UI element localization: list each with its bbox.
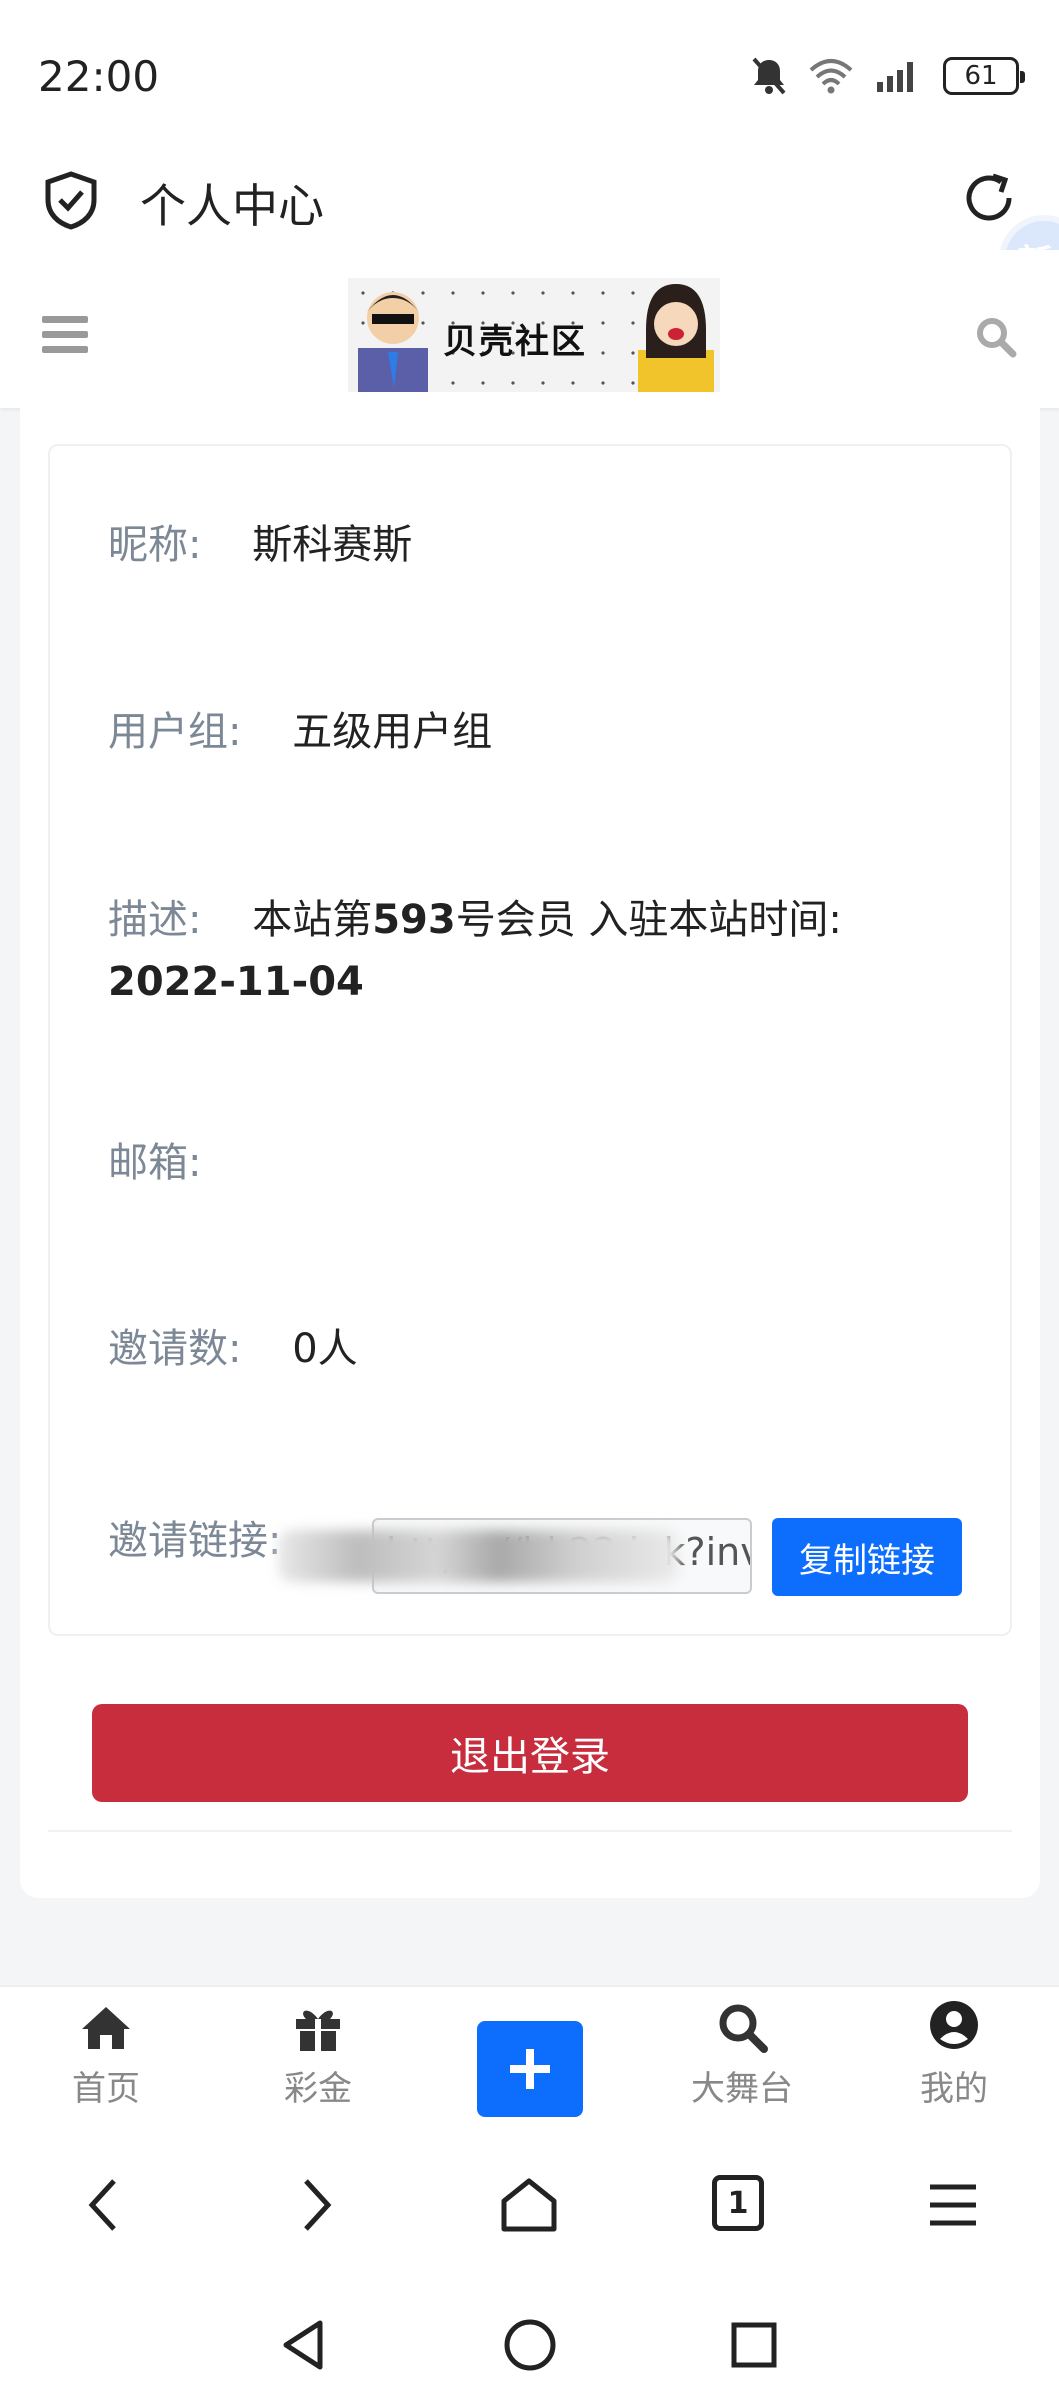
profile-info-panel: 昵称: 斯科赛斯 用户组: 五级用户组 描述: 本站第593号会员 入驻本站时间…: [48, 444, 1012, 1636]
description-label: 描述:: [108, 897, 202, 943]
member-number: 593: [372, 897, 456, 943]
search-icon: [719, 2004, 768, 2053]
profile-card: 昵称: 斯科赛斯 用户组: 五级用户组 描述: 本站第593号会员 入驻本站时间…: [20, 408, 1040, 1898]
logo-man-figure: [358, 292, 428, 392]
description-row: 描述: 本站第593号会员 入驻本站时间: 2022-11-04: [108, 889, 948, 1013]
description-middle: 号会员 入驻本站时间:: [455, 897, 842, 943]
tab-mine[interactable]: 我的: [874, 1999, 1034, 2110]
back-icon[interactable]: [84, 2175, 124, 2235]
wifi-icon: [809, 59, 853, 94]
signal-icon: [877, 62, 913, 92]
logout-button[interactable]: 退出登录: [92, 1704, 968, 1802]
site-header: 贝壳社区: [0, 250, 1059, 408]
email-label: 邮箱:: [108, 1140, 202, 1186]
system-nav-bar: [0, 2295, 1059, 2400]
battery-indicator: 61: [943, 57, 1025, 95]
logo-text: 贝壳社区: [443, 322, 587, 362]
invites-row: 邀请数: 0人: [108, 1318, 358, 1380]
invites-label: 邀请数:: [108, 1326, 242, 1372]
tab-mine-label: 我的: [920, 2069, 988, 2109]
tabs-count: 1: [727, 2185, 749, 2221]
home-icon: [82, 2007, 130, 2049]
divider: [48, 1830, 1012, 1832]
status-bar: 22:00 61: [0, 0, 1059, 150]
nav-home-icon[interactable]: [502, 2317, 558, 2373]
page-title: 个人中心: [140, 179, 324, 233]
invite-link-label: 邀请链接:: [108, 1518, 282, 1564]
nickname-value: 斯科赛斯: [252, 522, 413, 568]
logo-woman-figure: [638, 284, 714, 392]
title-bar: 个人中心: [0, 150, 1059, 250]
tab-bonus[interactable]: 彩金: [238, 1999, 398, 2110]
group-value: 五级用户组: [292, 709, 493, 755]
tab-stage[interactable]: 大舞台: [662, 1999, 822, 2110]
nickname-row: 昵称: 斯科赛斯: [108, 514, 412, 576]
plus-icon: [510, 2049, 550, 2089]
copy-link-button[interactable]: 复制链接: [772, 1518, 962, 1596]
tab-stage-label: 大舞台: [691, 2069, 793, 2109]
tab-bonus-label: 彩金: [284, 2069, 352, 2109]
nav-back-icon[interactable]: [278, 2317, 328, 2373]
nav-recents-icon[interactable]: [728, 2317, 780, 2373]
status-time: 22:00: [38, 52, 160, 101]
browser-toolbar: 1: [0, 2135, 1059, 2295]
shield-check-icon[interactable]: [44, 170, 98, 230]
menu-icon[interactable]: [42, 316, 88, 361]
site-logo[interactable]: 贝壳社区: [348, 278, 720, 392]
home-nav-icon[interactable]: [500, 2175, 558, 2235]
forward-icon[interactable]: [296, 2175, 336, 2235]
tab-home-label: 首页: [72, 2069, 140, 2109]
menu-lines-icon[interactable]: [926, 2175, 980, 2235]
email-value-blurred: [278, 1530, 678, 1582]
invites-value: 0人: [292, 1326, 358, 1372]
gift-icon: [296, 2010, 340, 2051]
nickname-label: 昵称:: [108, 522, 202, 568]
bell-muted-icon: [752, 57, 786, 95]
email-row: 邮箱:: [108, 1132, 201, 1194]
search-icon[interactable]: [975, 316, 1017, 358]
group-label: 用户组:: [108, 709, 242, 755]
refresh-icon[interactable]: [961, 170, 1017, 226]
invite-link-row: 邀请链接:: [108, 1510, 281, 1572]
status-icons: 61: [751, 56, 1025, 96]
tabs-count-button[interactable]: 1: [712, 2175, 764, 2231]
bottom-tab-bar: 首页 彩金 大舞台 我的: [0, 1985, 1059, 2135]
user-icon: [930, 2001, 978, 2049]
add-post-button[interactable]: [477, 2021, 583, 2117]
group-row: 用户组: 五级用户组: [108, 701, 492, 763]
tab-home[interactable]: 首页: [26, 1999, 186, 2110]
join-date: 2022-11-04: [108, 959, 364, 1005]
description-prefix: 本站第: [252, 897, 373, 943]
